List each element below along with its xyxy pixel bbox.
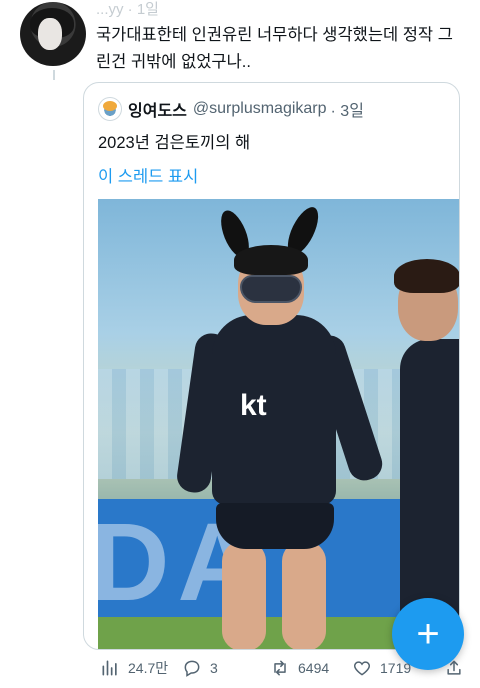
views-button[interactable]: 24.7만 <box>100 656 168 680</box>
photo-player-shorts <box>216 503 334 549</box>
quoted-handle: @surplusmagikarp <box>192 100 327 117</box>
photo-player-hair <box>234 245 308 275</box>
quoted-text: 2023년 검은토끼의 해 <box>98 134 251 152</box>
thread-line <box>53 70 55 80</box>
quoted-tweet[interactable]: 잉여도스 @surplusmagikarp · 3일 2023년 검은토끼의 해… <box>83 82 460 650</box>
views-count: 24.7만 <box>128 660 169 676</box>
reply-button[interactable]: 3 <box>182 656 218 680</box>
retweet-count: 6494 <box>298 660 330 676</box>
retweet-button[interactable]: 6494 <box>270 656 329 680</box>
avatar-face <box>38 18 62 50</box>
photo-background-player <box>390 259 459 649</box>
heart-icon <box>353 661 371 676</box>
reply-count: 3 <box>210 660 218 676</box>
tweet-actions: 24.7만 3 6494 1719 <box>100 656 470 680</box>
photo-player-leg-right <box>282 541 326 649</box>
quoted-photo[interactable]: DA kt <box>98 199 459 649</box>
photo-main-player: kt <box>175 202 387 649</box>
share-button[interactable] <box>444 656 472 680</box>
compose-plus-icon: + <box>416 611 440 656</box>
tweet-text: 국가대표한테 인권유린 너무하다 생각했는데 정작 그린건 귀밖에 없었구나.. <box>96 26 453 71</box>
tweet-header-text: ...yy · 1일 <box>96 1 159 18</box>
show-thread-link[interactable]: 이 스레드 표시 <box>98 163 198 187</box>
quoted-tweet-header: 잉여도스 @surplusmagikarp · 3일 <box>98 97 364 121</box>
quoted-time: · 3일 <box>330 103 364 120</box>
reply-icon <box>184 660 200 677</box>
photo-face-mask <box>240 275 302 303</box>
quoted-avatar-icon <box>98 97 122 121</box>
photo-player-leg-left <box>222 541 266 649</box>
retweet-icon <box>274 660 286 676</box>
user-avatar[interactable] <box>20 2 86 66</box>
jersey-logo: kt <box>240 389 267 422</box>
share-icon <box>447 660 461 675</box>
tweet-header[interactable]: ...yy · 1일 <box>96 0 159 19</box>
quoted-display-name: 잉여도스 <box>128 103 187 120</box>
like-count: 1719 <box>380 660 412 676</box>
photo-player-torso <box>212 315 336 505</box>
like-button[interactable]: 1719 <box>352 656 411 680</box>
photo-background-player-hair <box>394 259 459 293</box>
views-icon <box>102 660 117 676</box>
